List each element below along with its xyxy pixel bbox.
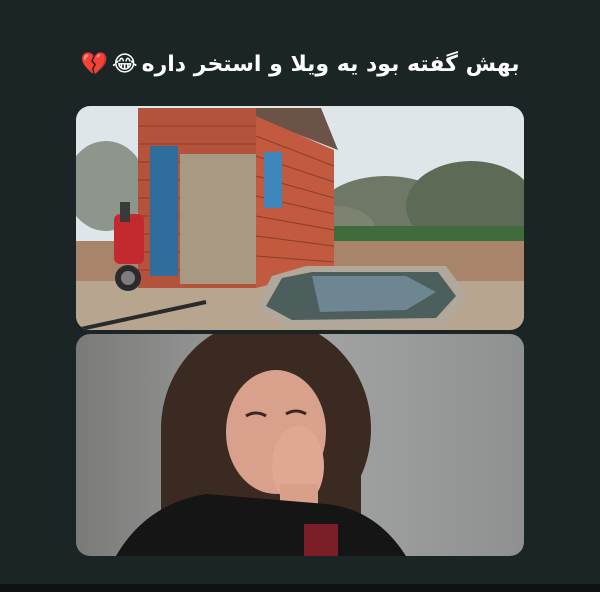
bottom-bar [0, 584, 600, 592]
caption-text: بهش گفته بود یه ویلا و استخر داره [141, 52, 520, 77]
top-photo [76, 106, 524, 330]
laughing-crying-emoji-icon: 😂 [111, 52, 138, 77]
meme-caption: بهش گفته بود یه ویلا و استخر داره😂💔 [0, 52, 600, 77]
motorcycle-icon [114, 202, 144, 291]
brick-hut-scene [76, 106, 524, 330]
bottom-photo [76, 334, 524, 556]
broken-heart-emoji-icon: 💔 [80, 52, 108, 77]
crying-woman-scene [76, 334, 524, 556]
